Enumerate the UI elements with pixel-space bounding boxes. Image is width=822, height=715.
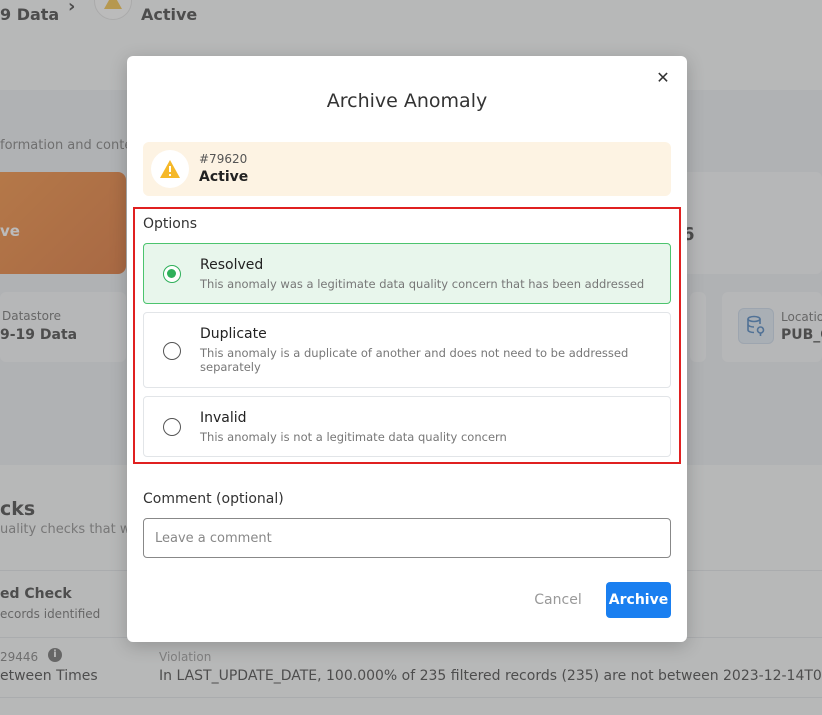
options-label: Options xyxy=(143,216,198,232)
warning-icon xyxy=(151,150,189,188)
anomaly-status: Active xyxy=(199,169,249,185)
option-duplicate[interactable]: Duplicate This anomaly is a duplicate of… xyxy=(143,312,671,388)
comment-label: Comment (optional) xyxy=(143,491,284,507)
option-invalid-title: Invalid xyxy=(200,410,247,426)
close-icon[interactable]: ✕ xyxy=(653,68,673,88)
radio-invalid[interactable] xyxy=(163,418,181,436)
radio-duplicate[interactable] xyxy=(163,342,181,360)
option-resolved-title: Resolved xyxy=(200,257,264,273)
option-resolved[interactable]: Resolved This anomaly was a legitimate d… xyxy=(143,243,671,304)
anomaly-status-box: #79620 Active xyxy=(143,142,671,196)
option-resolved-description: This anomaly was a legitimate data quali… xyxy=(200,277,645,291)
comment-input[interactable] xyxy=(143,518,671,558)
archive-button[interactable]: Archive xyxy=(606,582,671,618)
option-invalid[interactable]: Invalid This anomaly is not a legitimate… xyxy=(143,396,671,457)
option-duplicate-title: Duplicate xyxy=(200,326,267,342)
archive-anomaly-dialog: ✕ Archive Anomaly #79620 Active Options … xyxy=(127,56,687,642)
radio-resolved[interactable] xyxy=(163,265,181,283)
cancel-button[interactable]: Cancel xyxy=(523,582,593,618)
dialog-title: Archive Anomaly xyxy=(326,90,488,112)
option-duplicate-description: This anomaly is a duplicate of another a… xyxy=(200,346,629,374)
option-invalid-description: This anomaly is not a legitimate data qu… xyxy=(200,430,507,444)
anomaly-id: #79620 xyxy=(199,152,248,166)
